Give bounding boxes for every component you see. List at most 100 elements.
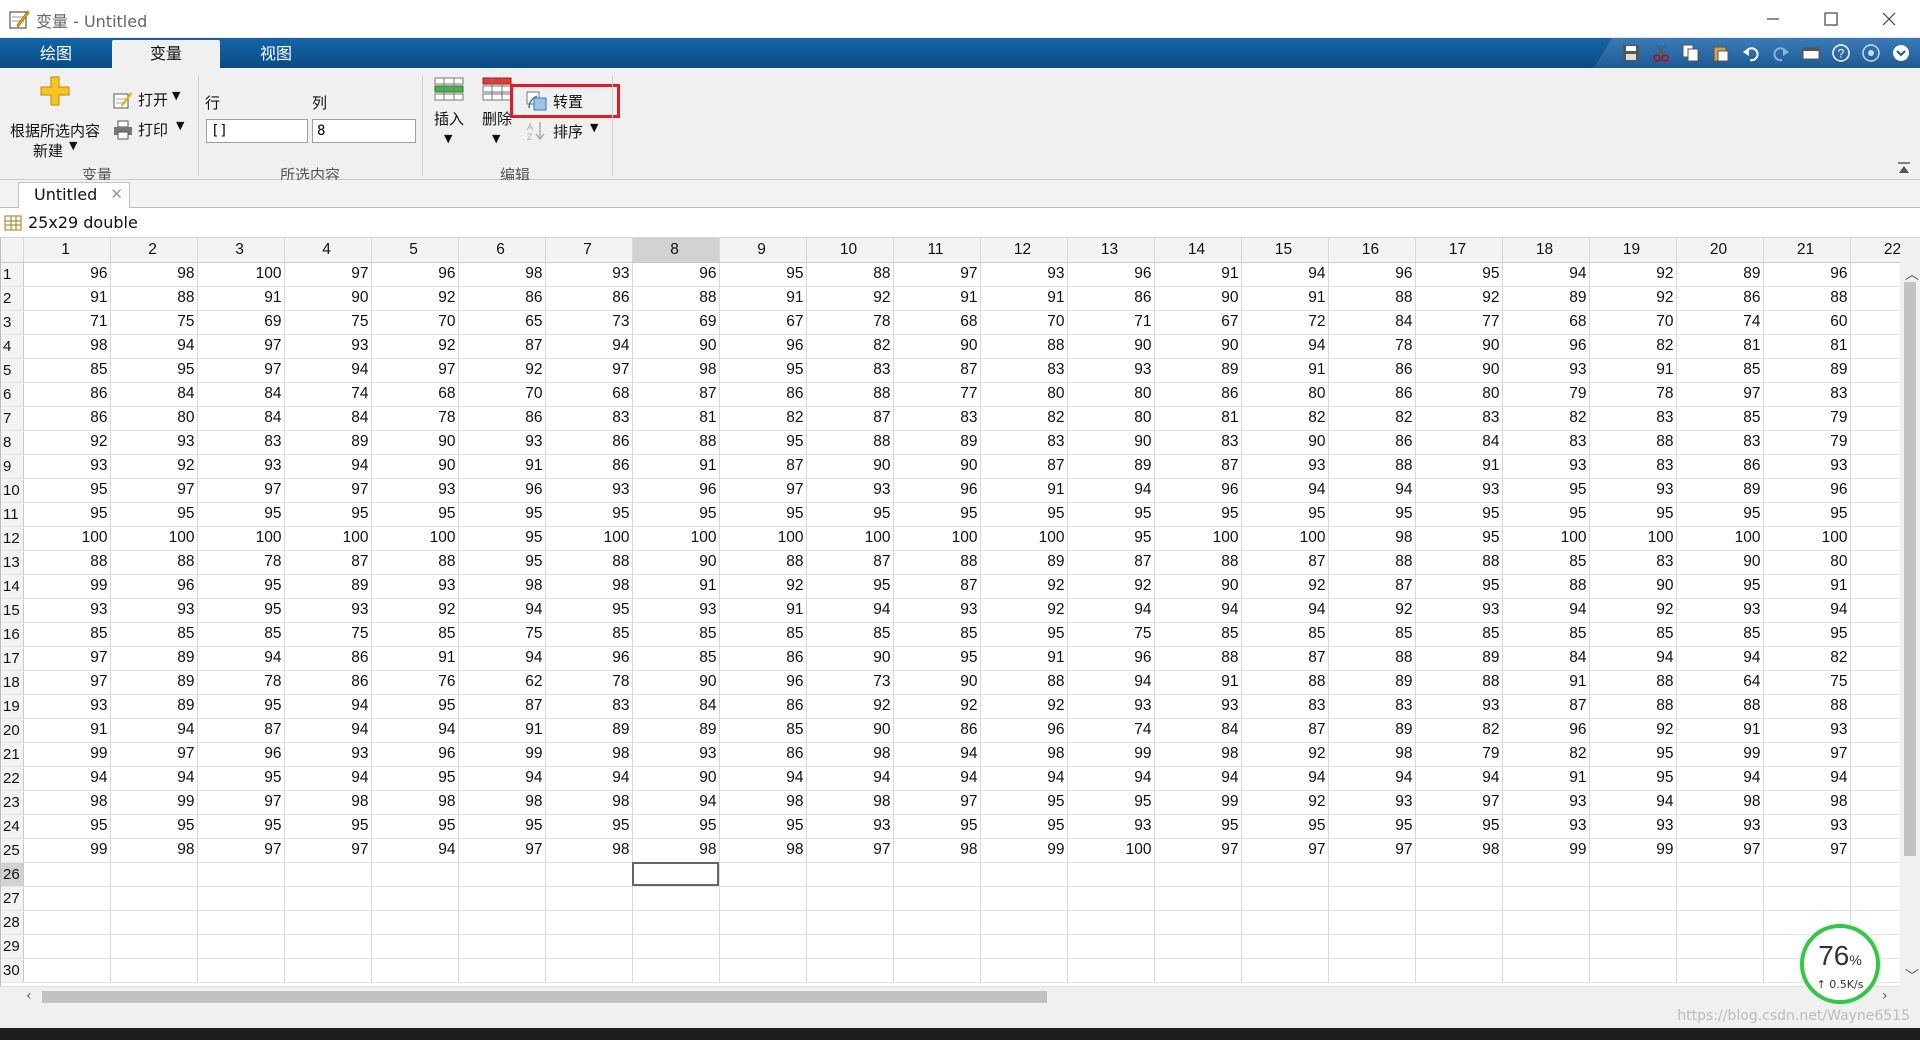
grid-cell[interactable]: 89 <box>1328 670 1416 695</box>
grid-cell[interactable] <box>1850 598 1900 623</box>
grid-cell[interactable]: 90 <box>806 718 894 743</box>
grid-cell[interactable]: 88 <box>980 334 1068 359</box>
column-header[interactable]: 1 <box>23 238 111 263</box>
grid-cell[interactable]: 68 <box>893 310 981 335</box>
grid-cell[interactable]: 87 <box>1241 646 1329 671</box>
grid-cell[interactable] <box>1241 958 1329 983</box>
grid-cell[interactable]: 91 <box>1415 454 1503 479</box>
grid-cell[interactable]: 96 <box>1067 262 1155 287</box>
grid-cell[interactable]: 95 <box>980 790 1068 815</box>
grid-cell[interactable]: 88 <box>632 430 720 455</box>
grid-cell[interactable] <box>1850 766 1900 791</box>
grid-cell[interactable] <box>1850 862 1900 887</box>
grid-cell[interactable] <box>458 886 546 911</box>
grid-cell[interactable]: 97 <box>1763 742 1851 767</box>
grid-cell[interactable]: 99 <box>110 790 198 815</box>
grid-cell[interactable]: 80 <box>1763 550 1851 575</box>
row-header[interactable]: 11 <box>1 502 24 527</box>
column-header[interactable]: 11 <box>893 238 981 263</box>
grid-cell[interactable] <box>1850 550 1900 575</box>
grid-cell[interactable]: 91 <box>980 646 1068 671</box>
grid-cell[interactable]: 86 <box>23 406 111 431</box>
grid-cell[interactable]: 95 <box>371 694 459 719</box>
grid-cell[interactable] <box>893 862 981 887</box>
grid-cell[interactable] <box>371 862 459 887</box>
grid-cell[interactable]: 92 <box>1241 574 1329 599</box>
grid-cell[interactable]: 91 <box>632 454 720 479</box>
grid-cell[interactable]: 85 <box>1328 622 1416 647</box>
grid-cell[interactable] <box>1067 934 1155 959</box>
grid-cell[interactable]: 97 <box>893 790 981 815</box>
column-header[interactable]: 22 <box>1850 238 1900 263</box>
column-header[interactable]: 7 <box>545 238 633 263</box>
grid-cell[interactable]: 95 <box>1415 262 1503 287</box>
grid-cell[interactable]: 93 <box>1763 814 1851 839</box>
grid-cell[interactable]: 78 <box>806 310 894 335</box>
grid-cell[interactable] <box>1850 574 1900 599</box>
grid-cell[interactable]: 88 <box>1589 430 1677 455</box>
grid-cell[interactable]: 86 <box>1328 358 1416 383</box>
grid-cell[interactable]: 94 <box>545 334 633 359</box>
grid-cell[interactable]: 90 <box>632 550 720 575</box>
grid-cell[interactable]: 93 <box>1502 358 1590 383</box>
grid-cell[interactable] <box>1850 742 1900 767</box>
grid-cell[interactable]: 92 <box>371 334 459 359</box>
grid-cell[interactable]: 85 <box>1589 622 1677 647</box>
grid-cell[interactable]: 89 <box>1676 478 1764 503</box>
grid-cell[interactable]: 91 <box>893 286 981 311</box>
grid-cell[interactable]: 95 <box>197 598 285 623</box>
grid-cell[interactable]: 74 <box>1676 310 1764 335</box>
grid-cell[interactable]: 98 <box>980 742 1068 767</box>
grid-cell[interactable] <box>110 862 198 887</box>
row-header[interactable]: 23 <box>1 790 24 815</box>
grid-cell[interactable]: 86 <box>719 742 807 767</box>
grid-cell[interactable]: 80 <box>1415 382 1503 407</box>
grid-cell[interactable]: 83 <box>980 430 1068 455</box>
grid-cell[interactable]: 94 <box>371 718 459 743</box>
grid-cell[interactable] <box>1328 958 1416 983</box>
grid-cell[interactable]: 97 <box>1241 838 1329 863</box>
grid-cell[interactable]: 91 <box>1676 718 1764 743</box>
grid-cell[interactable]: 95 <box>893 646 981 671</box>
grid-cell[interactable]: 100 <box>110 526 198 551</box>
grid-cell[interactable]: 83 <box>1415 406 1503 431</box>
grid-cell[interactable]: 78 <box>1328 334 1416 359</box>
grid-cell[interactable] <box>1241 934 1329 959</box>
grid-cell[interactable]: 96 <box>632 262 720 287</box>
grid-cell[interactable]: 70 <box>371 310 459 335</box>
grid-cell[interactable]: 69 <box>197 310 285 335</box>
grid-cell[interactable]: 94 <box>1154 766 1242 791</box>
grid-cell[interactable]: 84 <box>1415 430 1503 455</box>
grid-cell[interactable] <box>23 934 111 959</box>
grid-cell[interactable] <box>1502 886 1590 911</box>
grid-cell[interactable]: 98 <box>545 574 633 599</box>
grid-cell[interactable]: 95 <box>719 262 807 287</box>
grid-cell[interactable]: 98 <box>371 790 459 815</box>
grid-cell[interactable]: 85 <box>1676 622 1764 647</box>
grid-cell[interactable]: 88 <box>1241 670 1329 695</box>
grid-cell[interactable]: 98 <box>458 790 546 815</box>
grid-cell[interactable]: 95 <box>371 502 459 527</box>
redo-button[interactable] <box>1766 40 1796 66</box>
grid-cell[interactable]: 95 <box>1241 814 1329 839</box>
grid-cell[interactable] <box>1502 910 1590 935</box>
grid-cell[interactable]: 79 <box>1502 382 1590 407</box>
grid-cell[interactable]: 95 <box>197 814 285 839</box>
grid-cell[interactable]: 89 <box>980 550 1068 575</box>
grid-cell[interactable] <box>284 886 372 911</box>
grid-cell[interactable]: 97 <box>1763 838 1851 863</box>
grid-cell[interactable]: 99 <box>1589 838 1677 863</box>
row-header[interactable]: 28 <box>1 910 24 935</box>
grid-cell[interactable]: 87 <box>1328 574 1416 599</box>
grid-cell[interactable] <box>1502 862 1590 887</box>
grid-cell[interactable]: 100 <box>23 526 111 551</box>
grid-cell[interactable]: 80 <box>980 382 1068 407</box>
grid-cell[interactable] <box>1415 886 1503 911</box>
grid-cell[interactable]: 67 <box>719 310 807 335</box>
grid-cell[interactable]: 76 <box>371 670 459 695</box>
grid-cell[interactable]: 90 <box>1154 574 1242 599</box>
grid-cell[interactable] <box>980 958 1068 983</box>
grid-cell[interactable]: 85 <box>23 622 111 647</box>
grid-cell[interactable] <box>371 934 459 959</box>
grid-cell[interactable]: 97 <box>893 262 981 287</box>
